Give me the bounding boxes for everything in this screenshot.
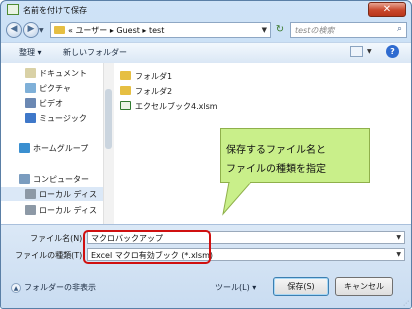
music-icon bbox=[25, 113, 36, 123]
title-bar: 名前を付けて保存 ✕ bbox=[1, 1, 411, 19]
command-toolbar: 整理 ▾ 新しいフォルダー ▼ ? bbox=[1, 42, 411, 64]
sidebar-item-local-disk-c[interactable]: ローカル ディス bbox=[1, 187, 103, 201]
save-as-dialog: 名前を付けて保存 ✕ ◀ ▶ ▼ « ユーザー ▸ Guest ▸ test ▼… bbox=[0, 0, 412, 309]
address-bar[interactable]: « ユーザー ▸ Guest ▸ test ▼ bbox=[50, 22, 271, 38]
search-input[interactable]: testの検索 ⌕ bbox=[290, 22, 407, 38]
save-button[interactable]: 保存(S) bbox=[273, 277, 329, 296]
callout-line-2: ファイルの種類を指定 bbox=[226, 164, 326, 175]
help-icon[interactable]: ? bbox=[386, 45, 399, 58]
sidebar-item-label: ピクチャ bbox=[39, 84, 71, 93]
chevron-down-icon[interactable]: ▼ bbox=[396, 234, 401, 241]
sidebar-item-label: ミュージック bbox=[39, 114, 87, 123]
computer-icon bbox=[19, 174, 30, 184]
sidebar-item-label: ビデオ bbox=[39, 99, 63, 108]
cancel-button[interactable]: キャンセル bbox=[335, 277, 393, 296]
sidebar-item-label: コンピューター bbox=[33, 175, 89, 184]
forward-arrow-icon[interactable]: ▶ bbox=[23, 22, 39, 38]
navigation-pane: ドキュメント ピクチャ ビデオ ミュージック ホームグループ コンピューター ロ… bbox=[1, 63, 104, 224]
sidebar-item-label: ドキュメント bbox=[39, 69, 87, 78]
sidebar-item-music[interactable]: ミュージック bbox=[1, 111, 103, 125]
refresh-icon[interactable]: ↻ bbox=[273, 24, 287, 38]
resize-grip-icon[interactable]: ⋰ bbox=[403, 300, 409, 307]
sidebar-item-label: ローカル ディス bbox=[39, 190, 97, 199]
chevron-down-icon[interactable]: ▼ bbox=[396, 251, 401, 258]
recent-pages-dropdown-icon[interactable]: ▼ bbox=[39, 27, 44, 34]
tools-menu[interactable]: ツール(L) ▾ bbox=[215, 282, 256, 293]
homegroup-icon bbox=[19, 143, 30, 153]
folder-icon bbox=[120, 86, 131, 95]
pictures-icon bbox=[25, 83, 36, 93]
window-title: 名前を付けて保存 bbox=[23, 6, 87, 15]
search-placeholder: testの検索 bbox=[295, 26, 335, 35]
local-disk-icon bbox=[25, 189, 36, 199]
file-name: フォルダ1 bbox=[135, 72, 173, 81]
folder-icon bbox=[120, 71, 131, 80]
sidebar-item-label: ホームグループ bbox=[33, 144, 89, 153]
address-dropdown-icon[interactable]: ▼ bbox=[262, 26, 267, 34]
excel-file-icon bbox=[120, 101, 131, 110]
search-icon[interactable]: ⌕ bbox=[397, 24, 402, 34]
callout-line-1: 保存するファイル名と bbox=[226, 145, 326, 156]
video-icon bbox=[25, 98, 36, 108]
callout-pointer bbox=[222, 182, 252, 216]
file-name: フォルダ2 bbox=[135, 87, 173, 96]
sidebar-item-documents[interactable]: ドキュメント bbox=[1, 66, 103, 80]
view-dropdown-icon[interactable]: ▼ bbox=[367, 48, 372, 55]
new-folder-button[interactable]: 新しいフォルダー bbox=[63, 47, 127, 58]
hide-folders-label: フォルダーの非表示 bbox=[24, 283, 96, 292]
highlight-box bbox=[83, 230, 211, 264]
hide-folders-toggle[interactable]: ▲ フォルダーの非表示 bbox=[11, 282, 96, 293]
organize-menu[interactable]: 整理 ▾ bbox=[19, 47, 42, 58]
scrollbar-thumb[interactable] bbox=[105, 89, 112, 149]
sidebar-item-homegroup[interactable]: ホームグループ bbox=[1, 141, 103, 155]
back-arrow-icon[interactable]: ◀ bbox=[6, 22, 22, 38]
folder-icon bbox=[54, 26, 65, 34]
sidebar-item-local-disk-d[interactable]: ローカル ディス bbox=[1, 203, 103, 217]
filetype-label: ファイルの種類(T): bbox=[15, 251, 85, 260]
annotation-callout: 保存するファイル名と ファイルの種類を指定 bbox=[220, 128, 370, 183]
file-name: エクセルブック4.xlsm bbox=[135, 102, 218, 111]
sidebar-item-computer[interactable]: コンピューター bbox=[1, 172, 103, 186]
local-disk-icon bbox=[25, 205, 36, 215]
save-options-panel: ファイル名(N): マクロバックアップ ▼ ファイルの種類(T): Excel … bbox=[1, 224, 411, 308]
view-options-icon[interactable] bbox=[350, 46, 363, 57]
navigation-bar: ◀ ▶ ▼ « ユーザー ▸ Guest ▸ test ▼ ↻ testの検索 … bbox=[1, 20, 411, 41]
breadcrumb[interactable]: « ユーザー ▸ Guest ▸ test bbox=[68, 25, 164, 36]
excel-icon bbox=[7, 4, 19, 15]
sidebar-item-pictures[interactable]: ピクチャ bbox=[1, 81, 103, 95]
sidebar-item-video[interactable]: ビデオ bbox=[1, 96, 103, 110]
documents-icon bbox=[25, 68, 36, 78]
chevron-up-icon: ▲ bbox=[11, 282, 21, 293]
navigation-scrollbar[interactable] bbox=[103, 63, 114, 224]
filename-label: ファイル名(N): bbox=[30, 234, 85, 243]
close-button[interactable]: ✕ bbox=[368, 2, 406, 17]
sidebar-item-label: ローカル ディス bbox=[39, 206, 97, 215]
